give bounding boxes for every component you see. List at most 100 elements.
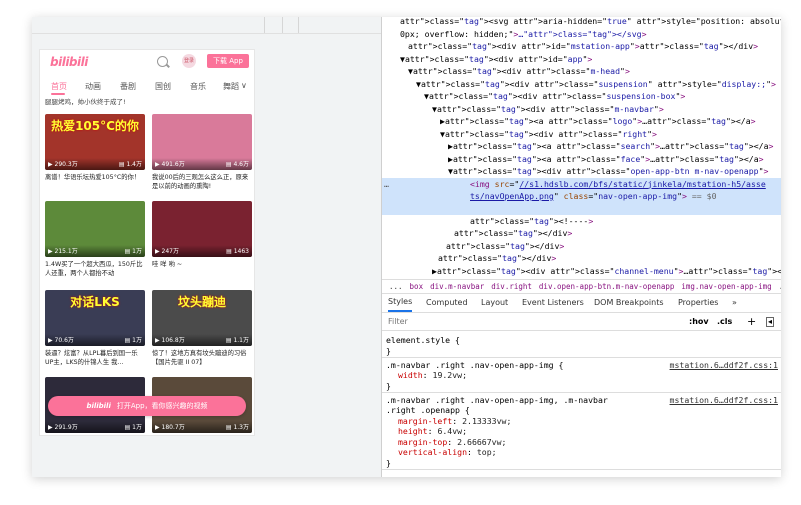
tab-properties[interactable]: Properties xyxy=(678,294,718,312)
tab-dance[interactable]: 舞蹈 xyxy=(223,81,239,92)
dom-node[interactable]: ▶attr">class="tag"><a attr">class="face"… xyxy=(382,153,781,165)
video-thumbnail[interactable]: ▶ 491.6万 ▤ 4.6万 xyxy=(152,114,252,170)
browser-window: bilibili 登录 下载 App 首页 动画 番剧 国创 音乐 舞蹈 ∨ 腿… xyxy=(32,17,781,477)
tab-animation[interactable]: 动画 xyxy=(85,81,101,92)
video-thumbnail[interactable]: ▶ 215.1万 ▤ 1万 xyxy=(45,201,145,257)
dom-node[interactable]: ▼attr">class="tag"><div attr">class="m-h… xyxy=(382,65,781,77)
viewport-ruler xyxy=(32,17,381,34)
dom-node[interactable]: ▼attr">class="tag"><div attr">class="ope… xyxy=(382,165,781,177)
video-thumbnail[interactable]: ▶ 247万 ▤ 1463 xyxy=(152,201,252,257)
video-title[interactable]: 我说00后的三观怎么这么正，原来是以前的动画的熏陶! xyxy=(152,173,252,191)
mobile-page: bilibili 登录 下载 App 首页 动画 番剧 国创 音乐 舞蹈 ∨ 腿… xyxy=(40,50,254,435)
hov-toggle[interactable]: :hov xyxy=(689,314,709,330)
css-selector[interactable]: .right .openapp { xyxy=(386,405,470,416)
toggle-sidebar-icon[interactable]: ◂ xyxy=(766,317,775,327)
danmaku-count: ▤ 1463 xyxy=(226,248,249,255)
thumbnail-caption: 坟头蹦迪 xyxy=(177,295,226,309)
breadcrumb: ... box div.m-navbar div.right div.open-app-… xyxy=(382,279,781,294)
play-count: ▶ 180.7万 xyxy=(155,424,185,431)
bilibili-logo[interactable]: bilibili xyxy=(50,55,88,69)
tab-guochuang[interactable]: 国创 xyxy=(155,81,171,92)
danmaku-count: ▤ 1万 xyxy=(124,337,142,344)
tab-music[interactable]: 音乐 xyxy=(190,81,206,92)
breadcrumb-item[interactable]: div.m-navbar xyxy=(430,282,484,291)
dom-node[interactable]: attr">class="tag"></div> xyxy=(382,240,781,252)
banner-text: 打开App，看你感兴趣的视频 xyxy=(116,402,208,410)
breadcrumb-item[interactable]: div.open-app-btn.m-nav-openapp xyxy=(539,282,674,291)
thumbnail-caption: 热爱105°C的你 xyxy=(51,119,139,133)
breadcrumb-item[interactable]: ... xyxy=(779,282,781,291)
css-declaration[interactable]: height: 6.4vw; xyxy=(398,426,467,437)
tab-bangumi[interactable]: 番剧 xyxy=(120,81,136,92)
dom-node[interactable]: attr">class="tag"><svg attr">aria-hidden… xyxy=(382,17,781,27)
css-selector[interactable]: .m-navbar .right .nav-open-app-img { xyxy=(386,360,563,371)
avatar[interactable]: 登录 xyxy=(182,54,196,68)
page-viewport: bilibili 登录 下载 App 首页 动画 番剧 国创 音乐 舞蹈 ∨ 腿… xyxy=(32,17,381,477)
video-thumbnail[interactable]: 坟头蹦迪 ▶ 106.8万 ▤ 1.1万 xyxy=(152,290,252,346)
tab-dom-breakpoints[interactable]: DOM Breakpoints xyxy=(594,294,664,312)
selected-dom-node[interactable]: … <img src="//s1.hdslb.com/bfs/static/jin… xyxy=(382,177,781,215)
dom-node[interactable]: ▶attr">class="tag"><a attr">class="searc… xyxy=(382,140,781,152)
tab-styles[interactable]: Styles xyxy=(388,294,413,312)
breadcrumb-item[interactable]: img.nav-open-app-img xyxy=(681,282,771,291)
video-title[interactable]: 哇 咩 哟 ~ xyxy=(152,260,252,269)
dom-node[interactable]: attr">class="tag"></div> xyxy=(382,227,781,239)
tab-event-listeners[interactable]: Event Listeners xyxy=(522,294,584,312)
dom-node[interactable]: ▼attr">class="tag"><div attr">class="sus… xyxy=(382,78,781,90)
play-count: ▶ 291.9万 xyxy=(48,424,78,431)
play-count: ▶ 247万 xyxy=(155,248,179,255)
breadcrumb-item[interactable]: div.right xyxy=(491,282,532,291)
css-source-link[interactable]: mstation.6…ddf2f.css:1 xyxy=(670,395,778,405)
danmaku-count: ▤ 1.1万 xyxy=(225,337,249,344)
css-rule-close: } xyxy=(386,380,391,391)
video-title[interactable]: 1.4W买了一个超大西瓜，150斤比人还重，两个人都抬不动 xyxy=(45,260,145,278)
dom-node[interactable]: ▼attr">class="tag"><div attr">class="m-n… xyxy=(382,103,781,115)
img-src-link[interactable]: //s1.hdslb.com/bfs/static/jinkela/mstati… xyxy=(519,179,765,189)
navbar: bilibili 登录 下载 App xyxy=(40,50,254,74)
thumbnail-caption: 对话LKS xyxy=(70,295,120,309)
css-declaration[interactable]: width: 19.2vw; xyxy=(398,370,467,381)
open-app-banner[interactable]: bilibili 打开App，看你感兴趣的视频 xyxy=(48,396,246,416)
breadcrumb-item[interactable]: box xyxy=(410,282,424,291)
tab--[interactable]: » xyxy=(732,294,737,312)
cls-toggle[interactable]: .cls xyxy=(717,314,732,330)
css-selector[interactable]: element.style { xyxy=(386,335,460,346)
filter-input[interactable]: Filter xyxy=(388,314,408,330)
danmaku-count: ▤ 1万 xyxy=(124,424,142,431)
dom-node[interactable]: attr">class="tag"></div> xyxy=(382,252,781,264)
danmaku-count: ▤ 1.4万 xyxy=(118,161,142,168)
breadcrumb-item[interactable]: ... xyxy=(389,282,403,291)
dom-node[interactable]: attr">class="tag"><!----> xyxy=(382,215,781,227)
video-title[interactable]: 惊了！这地方真有坟头蹦迪的习俗【国片先驱 II 07】 xyxy=(152,349,252,367)
video-thumbnail[interactable]: 热爱105°C的你 ▶ 290.3万 ▤ 1.4万 xyxy=(45,114,145,170)
devtools-panel: attr">class="tag"><svg attr">aria-hidden… xyxy=(381,17,781,477)
dom-node[interactable]: ▼attr">class="tag"><div attr">id="app"> xyxy=(382,53,781,65)
search-icon[interactable] xyxy=(157,56,168,67)
download-app-button[interactable]: 下载 App xyxy=(207,54,249,68)
dom-node[interactable]: ▼attr">class="tag"><div attr">class="rig… xyxy=(382,128,781,140)
active-tab-indicator xyxy=(51,93,65,95)
dom-node[interactable]: ▶attr">class="tag"><a attr">class="logo"… xyxy=(382,115,781,127)
add-rule-icon[interactable]: + xyxy=(747,314,756,330)
css-declaration[interactable]: margin-top: 2.66667vw; xyxy=(398,437,506,448)
css-selector[interactable]: .m-navbar .right .nav-open-app-img, .m-n… xyxy=(386,395,608,406)
dom-node[interactable]: attr">class="tag"><div attr">id="mstatio… xyxy=(382,40,781,52)
chevron-down-icon[interactable]: ∨ xyxy=(241,81,247,90)
dom-node[interactable]: 0px; overflow: hidden;">…"attr">class="t… xyxy=(382,28,781,40)
dom-node[interactable]: ▼attr">class="tag"><div attr">class="sus… xyxy=(382,90,781,102)
video-thumbnail[interactable]: 对话LKS ▶ 70.6万 ▤ 1万 xyxy=(45,290,145,346)
banner-logo: bilibili xyxy=(86,402,111,410)
tab-home[interactable]: 首页 xyxy=(51,81,67,92)
danmaku-count: ▤ 1万 xyxy=(124,248,142,255)
play-count: ▶ 215.1万 xyxy=(48,248,78,255)
css-declaration[interactable]: vertical-align: top; xyxy=(398,447,497,458)
css-declaration[interactable]: margin-left: 2.13333vw; xyxy=(398,416,511,427)
danmaku-count: ▤ 1.3万 xyxy=(225,424,249,431)
tab-computed[interactable]: Computed xyxy=(426,294,468,312)
play-count: ▶ 290.3万 xyxy=(48,161,78,168)
video-title[interactable]: 离谱！华语乐坛热爱105°C的你！ xyxy=(45,173,145,182)
tab-layout[interactable]: Layout xyxy=(481,294,508,312)
dom-node[interactable]: ▶attr">class="tag"><div attr">class="cha… xyxy=(382,265,781,277)
css-source-link[interactable]: mstation.6…ddf2f.css:1 xyxy=(670,360,778,370)
video-title[interactable]: 装逼？炫富？从LPL暮后到国一乐UP主，LKS的什锦人生 我... xyxy=(45,349,145,367)
